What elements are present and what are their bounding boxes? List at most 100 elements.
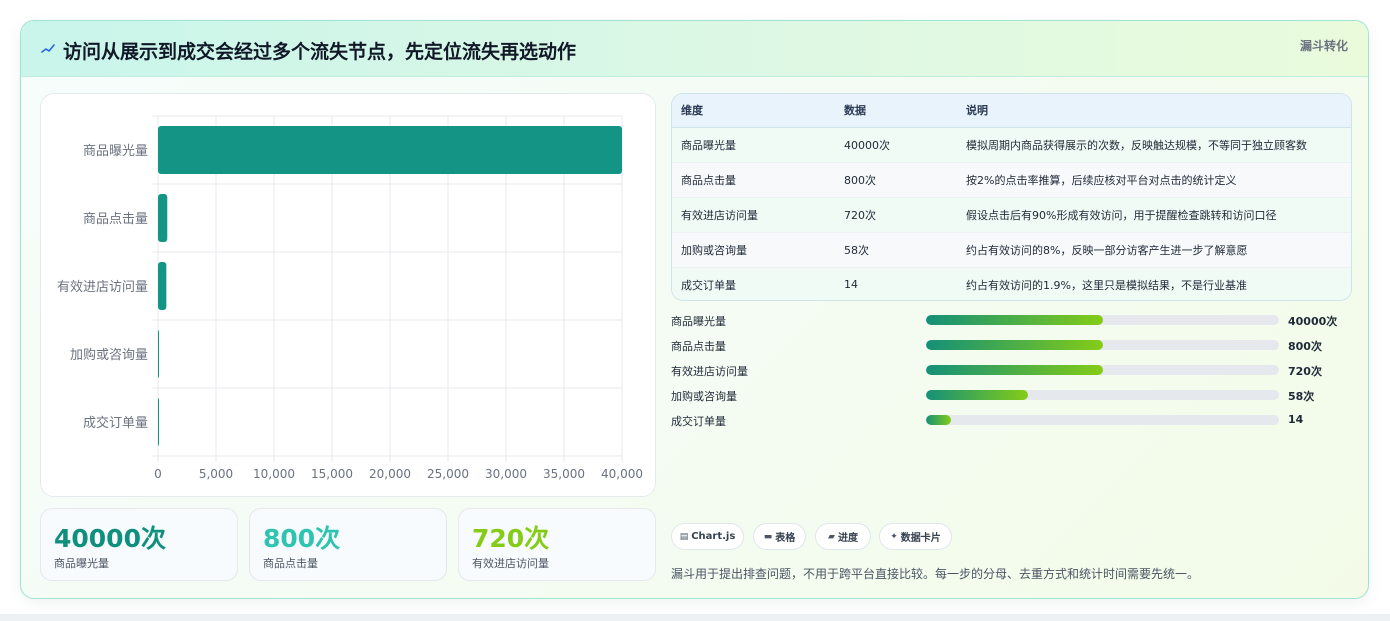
stat-card-clicks: 800次 商品点击量 <box>249 508 447 581</box>
progress-label: 有效进店访问量 <box>671 365 748 378</box>
table-cell: 有效进店访问量 <box>672 197 835 233</box>
stat-label: 商品曝光量 <box>54 557 109 570</box>
stat-value: 720次 <box>472 524 550 553</box>
progress-track <box>926 415 1279 425</box>
stat-label: 商品点击量 <box>263 557 318 570</box>
x-tick-label: 20,000 <box>369 467 411 481</box>
x-tick-label: 15,000 <box>311 467 353 481</box>
category-label: 成交订单量 <box>83 415 148 431</box>
card-header: 访问从展示到成交会经过多个流失节点，先定位流失再选动作 漏斗转化 <box>21 21 1368 77</box>
progress-label: 商品点击量 <box>671 340 726 353</box>
x-tick-label: 30,000 <box>485 467 527 481</box>
progress-row: 加购或咨询量 58次 <box>671 386 1361 406</box>
bar <box>158 330 159 378</box>
table-cell: 720次 <box>835 197 957 233</box>
table-row: 成交订单量 14 约占有效访问的1.9%，这里只是模拟结果，不是行业基准 <box>672 267 1351 300</box>
trend-line-icon <box>41 44 55 53</box>
chip-label: 表格 <box>775 533 796 544</box>
x-tick-label: 25,000 <box>427 467 469 481</box>
chip-chartjs[interactable]: ▤ Chart.js <box>671 523 744 550</box>
chip-progress[interactable]: ▰ 进度 <box>815 523 871 550</box>
progress-row: 有效进店访问量 720次 <box>671 361 1361 381</box>
table-cell: 58次 <box>835 232 957 268</box>
x-tick-label: 10,000 <box>253 467 295 481</box>
column-header: 数据 <box>835 94 957 128</box>
chip-label: 数据卡片 <box>900 533 941 544</box>
progress-fill <box>926 365 1103 375</box>
progress-label: 加购或咨询量 <box>671 390 737 403</box>
category-label: 有效进店访问量 <box>57 280 148 295</box>
table-row: 有效进店访问量 720次 假设点击后有90%形成有效访问，用于提醒检查跳转和访问… <box>672 197 1351 233</box>
x-tick-label: 40,000 <box>601 467 643 481</box>
chip-label: 进度 <box>837 533 858 544</box>
table-cell: 40000次 <box>835 127 957 163</box>
funnel-card: 访问从展示到成交会经过多个流失节点，先定位流失再选动作 漏斗转化 0 5,000 1… <box>20 20 1369 599</box>
progress-track <box>926 390 1279 400</box>
table-cell: 800次 <box>835 162 957 198</box>
chip-label: Chart.js <box>691 531 736 542</box>
table-cell: 约占有效访问的8%，反映一部分访客产生进一步了解意愿 <box>957 232 1351 268</box>
progress-value: 14 <box>1288 413 1304 426</box>
category-label: 商品曝光量 <box>83 144 148 159</box>
table-cell: 约占有效访问的1.9%，这里只是模拟结果，不是行业基准 <box>957 267 1351 300</box>
progress-list: 商品曝光量 40000次 商品点击量 800次 有效进店访问量 720次 加购或… <box>671 311 1361 431</box>
chip-data-card[interactable]: ✦ 数据卡片 <box>879 523 952 550</box>
table-cell: 按2%的点击率推算，后续应核对平台对点击的统计定义 <box>957 162 1351 198</box>
table-row: 商品曝光量 40000次 模拟周期内商品获得展示的次数，反映触达规模，不等同于独… <box>672 127 1351 163</box>
bar <box>158 194 168 242</box>
footnote: 漏斗用于提出排查问题，不用于跨平台直接比较。每一步的分母、去重方式和统计时间需要… <box>671 567 1200 581</box>
bar <box>158 398 159 446</box>
progress-label: 商品曝光量 <box>671 315 726 328</box>
progress-value: 58次 <box>1288 390 1315 403</box>
table-cell: 成交订单量 <box>672 267 835 300</box>
table-row: 商品点击量 800次 按2%的点击率推算，后续应核对平台对点击的统计定义 <box>672 162 1351 198</box>
progress-value: 40000次 <box>1288 315 1338 328</box>
progress-label: 成交订单量 <box>671 415 726 428</box>
table-row: 加购或咨询量 58次 约占有效访问的8%，反映一部分访客产生进一步了解意愿 <box>672 232 1351 268</box>
progress-track <box>926 315 1279 325</box>
table-cell: 加购或咨询量 <box>672 232 835 268</box>
data-table: 维度 数据 说明 商品曝光量 40000次 模拟周期内商品获得展示的次数，反映触… <box>671 93 1352 301</box>
bar <box>158 262 167 310</box>
x-tick-label: 5,000 <box>199 467 233 481</box>
progress-track <box>926 365 1279 375</box>
progress-row: 商品点击量 800次 <box>671 336 1361 356</box>
x-tick-label: 35,000 <box>543 467 585 481</box>
column-header: 维度 <box>672 94 835 128</box>
progress-row: 成交订单量 14 <box>671 411 1361 431</box>
x-tick-label: 0 <box>154 467 162 481</box>
sparkle-icon: ✦ <box>890 531 898 542</box>
funnel-bar-chart: 0 5,000 10,000 15,000 20,000 25,000 30,000 35,0… <box>40 93 656 497</box>
progress-value: 720次 <box>1288 365 1322 378</box>
progress-fill <box>926 415 951 425</box>
chart-svg: 0 5,000 10,000 15,000 20,000 25,000 30,000 35,0… <box>57 115 643 481</box>
chart-icon: ▤ <box>679 531 689 542</box>
table-cell: 商品曝光量 <box>672 127 835 163</box>
category-label: 加购或咨询量 <box>70 347 148 363</box>
stat-card-visits: 720次 有效进店访问量 <box>458 508 656 581</box>
column-header: 说明 <box>957 94 1351 128</box>
stat-card-impressions: 40000次 商品曝光量 <box>40 508 238 581</box>
table-cell: 14 <box>835 267 957 300</box>
progress-row: 商品曝光量 40000次 <box>671 311 1361 331</box>
progress-track <box>926 340 1279 350</box>
progress-fill <box>926 340 1103 350</box>
progress-value: 800次 <box>1288 340 1322 353</box>
stat-label: 有效进店访问量 <box>472 557 549 570</box>
table-cell: 假设点击后有90%形成有效访问，用于提醒检查跳转和访问口径 <box>957 197 1351 233</box>
progress-fill <box>926 315 1103 325</box>
progress-fill <box>926 390 1029 400</box>
stat-value: 800次 <box>263 524 341 553</box>
table-cell: 模拟周期内商品获得展示的次数，反映触达规模，不等同于独立顾客数 <box>957 127 1351 163</box>
page-title: 访问从展示到成交会经过多个流失节点，先定位流失再选动作 <box>63 41 577 63</box>
category-label: 商品点击量 <box>83 212 148 227</box>
chip-table[interactable]: ▬ 表格 <box>753 523 806 550</box>
stat-value: 40000次 <box>54 524 166 553</box>
table-header-row: 维度 数据 说明 <box>672 94 1351 128</box>
progress-icon: ▰ <box>828 531 835 542</box>
table-icon: ▬ <box>763 531 773 542</box>
header-tag: 漏斗转化 <box>1299 39 1348 53</box>
page-bottom-strip <box>0 614 1390 621</box>
table-cell: 商品点击量 <box>672 162 835 198</box>
bar <box>158 126 622 174</box>
